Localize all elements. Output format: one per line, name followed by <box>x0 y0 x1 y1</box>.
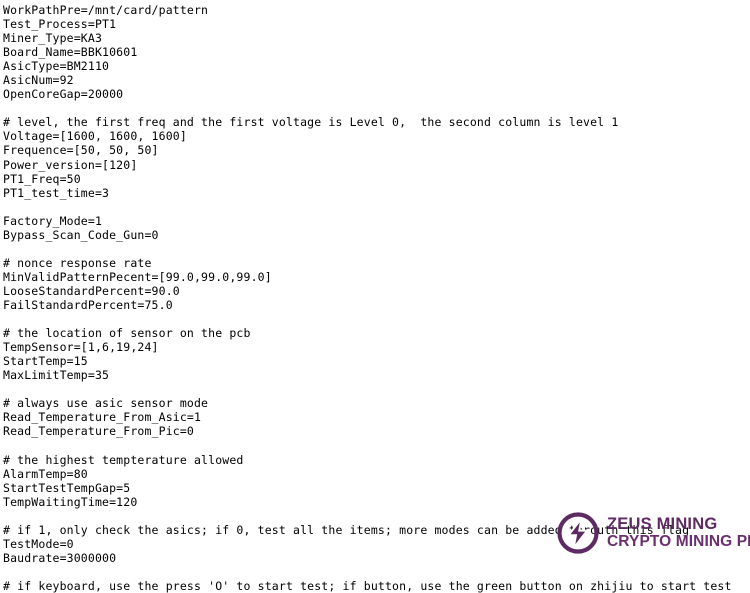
config-line: OpenCoreGap=20000 <box>3 87 124 102</box>
config-line: AsicType=BM2110 <box>3 59 110 74</box>
comment-line: # the highest tempterature allowed <box>3 452 244 467</box>
config-line: Bypass_Scan_Code_Gun=0 <box>3 227 159 242</box>
config-line: LooseStandardPercent=90.0 <box>3 283 180 298</box>
comment-line: # if keyboard, use the press 'O' to star… <box>3 578 732 593</box>
config-line: TempWaitingTime=120 <box>3 494 138 509</box>
config-line: TempSensor=[1,6,19,24] <box>3 340 159 355</box>
config-line: Read_Temperature_From_Asic=1 <box>3 410 202 425</box>
config-line: Power_version=[120] <box>3 157 138 172</box>
config-line: StartTestTempGap=5 <box>3 480 131 495</box>
comment-line: # nonce response rate <box>3 255 152 270</box>
config-line: TestMode=0 <box>3 536 74 551</box>
config-line: Factory_Mode=1 <box>3 213 103 228</box>
comment-line: # if 1, only check the asics; if 0, test… <box>3 522 690 537</box>
config-line: AlarmTemp=80 <box>3 466 88 481</box>
config-line: Voltage=[1600, 1600, 1600] <box>3 129 187 144</box>
comment-line: # level, the first freq and the first vo… <box>3 115 619 130</box>
config-line: Baudrate=3000000 <box>3 550 117 565</box>
config-line: Frequence=[50, 50, 50] <box>3 143 159 158</box>
comment-line: # always use asic sensor mode <box>3 396 209 411</box>
config-line: PT1_Freq=50 <box>3 171 81 186</box>
config-line: WorkPathPre=/mnt/card/pattern <box>3 3 209 17</box>
config-line: FailStandardPercent=75.0 <box>3 297 173 312</box>
config-line: MaxLimitTemp=35 <box>3 368 110 383</box>
config-line: Miner_Type=KA3 <box>3 31 103 46</box>
config-line: MinValidPatternPecent=[99.0,99.0,99.0] <box>3 269 272 284</box>
config-line: Board_Name=BBK10601 <box>3 45 138 60</box>
config-line: PT1_test_time=3 <box>3 185 110 200</box>
config-file-text: WorkPathPre=/mnt/card/pattern Test_Proces… <box>0 0 750 593</box>
config-line: Read_Temperature_From_Pic=0 <box>3 424 194 439</box>
config-line: StartTemp=15 <box>3 354 88 369</box>
comment-line: # the location of sensor on the pcb <box>3 326 251 341</box>
config-line: AsicNum=92 <box>3 73 74 88</box>
config-line: Test_Process=PT1 <box>3 17 117 32</box>
